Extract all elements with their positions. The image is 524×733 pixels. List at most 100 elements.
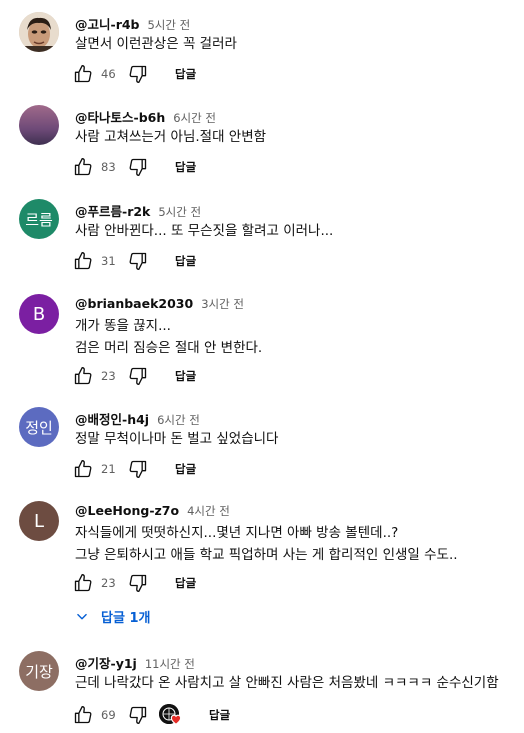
- comment-text: 자식들에게 떳떳하신지...몇년 지나면 아빠 방송 볼텐데..? 그냥 은퇴하…: [75, 522, 458, 566]
- timestamp[interactable]: 6시간 전: [173, 111, 216, 125]
- avatar[interactable]: 정인: [19, 407, 59, 447]
- avatar[interactable]: L: [19, 501, 59, 541]
- like-button[interactable]: [71, 458, 95, 480]
- like-button[interactable]: [71, 365, 95, 387]
- reply-button[interactable]: 답글: [175, 368, 196, 384]
- reply-button[interactable]: 답글: [209, 707, 230, 723]
- heart-icon: [170, 714, 182, 725]
- avatar[interactable]: 르름: [19, 199, 59, 239]
- author-handle[interactable]: @기장-y1j: [75, 656, 137, 671]
- thumbs-up-icon: [74, 252, 92, 270]
- comment-text: 살면서 이런관상은 꼭 걸러라: [75, 33, 237, 55]
- comment-actions: 69 답글: [71, 704, 230, 726]
- dislike-button[interactable]: [127, 458, 149, 480]
- reply-button[interactable]: 답글: [175, 575, 196, 591]
- comment-header: @기장-y1j 11시간 전: [75, 653, 195, 672]
- comment-actions: 46 답글: [71, 63, 196, 85]
- timestamp[interactable]: 5시간 전: [158, 205, 201, 219]
- comment-actions: 23 답글: [71, 365, 196, 387]
- like-count: 69: [101, 708, 116, 722]
- dislike-button[interactable]: [127, 63, 149, 85]
- comment-line: 살면서 이런관상은 꼭 걸러라: [75, 36, 237, 52]
- comment-header: @LeeHong-z7o 4시간 전: [75, 503, 230, 519]
- comment-actions: 31 답글: [71, 250, 196, 272]
- thumbs-up-icon: [74, 65, 92, 83]
- comment-text: 사람 고쳐쓰는거 아님.절대 안변함: [75, 126, 266, 148]
- timestamp[interactable]: 5시간 전: [147, 18, 190, 32]
- view-replies-button[interactable]: 답글 1개: [75, 607, 150, 626]
- avatar-initials: 정인: [25, 418, 53, 437]
- author-handle[interactable]: @고니-r4b: [75, 17, 140, 32]
- like-count: 23: [101, 369, 116, 383]
- reply-button[interactable]: 답글: [175, 66, 196, 82]
- thumbs-down-icon: [129, 367, 147, 385]
- like-button[interactable]: [71, 156, 95, 178]
- comment-line: 자식들에게 떳떳하신지...몇년 지나면 아빠 방송 볼텐데..?: [75, 525, 399, 541]
- like-count: 31: [101, 254, 116, 268]
- comment-line: 사람 안바뀐다... 또 무슨짓을 할려고 이러나...: [75, 223, 334, 239]
- reply-button[interactable]: 답글: [175, 159, 196, 175]
- thumbs-down-icon: [129, 574, 147, 592]
- comment-header: @푸르름-r2k 5시간 전: [75, 201, 201, 220]
- avatar[interactable]: [19, 12, 59, 52]
- thumbs-up-icon: [74, 574, 92, 592]
- dislike-button[interactable]: [127, 365, 149, 387]
- comment-line: 근데 나락갔다 온 사람치고 살 안빠진 사람은 처음봤네 ㅋㅋㅋㅋ 순수신기함: [75, 675, 499, 691]
- like-button[interactable]: [71, 572, 95, 594]
- like-button[interactable]: [71, 704, 95, 726]
- reply-button[interactable]: 답글: [175, 253, 196, 269]
- comment-text: 근데 나락갔다 온 사람치고 살 안빠진 사람은 처음봤네 ㅋㅋㅋㅋ 순수신기함: [75, 672, 499, 694]
- dislike-button[interactable]: [127, 156, 149, 178]
- timestamp[interactable]: 11시간 전: [145, 657, 195, 671]
- comment-header: @배정인-h4j 6시간 전: [75, 409, 200, 428]
- comment-header: @타나토스-b6h 6시간 전: [75, 107, 216, 126]
- comment-line: 사람 고쳐쓰는거 아님.절대 안변함: [75, 129, 267, 145]
- thumbs-down-icon: [129, 252, 147, 270]
- view-replies-label: 답글 1개: [101, 611, 151, 626]
- thumbs-down-icon: [129, 65, 147, 84]
- author-handle[interactable]: @타나토스-b6h: [75, 110, 165, 125]
- comment-line: 그냥 은퇴하시고 애들 학교 픽업하며 사는 게 합리적인 인생일 수도..: [75, 547, 458, 563]
- comment-actions: 23 답글: [71, 572, 196, 594]
- like-count: 21: [101, 462, 116, 476]
- comment-line: 정말 무척이나마 돈 벌고 싶었습니다: [75, 431, 279, 447]
- author-handle[interactable]: @LeeHong-z7o: [75, 503, 179, 518]
- thumbs-down-icon: [129, 706, 147, 724]
- timestamp[interactable]: 6시간 전: [157, 413, 200, 427]
- author-handle[interactable]: @푸르름-r2k: [75, 204, 150, 219]
- author-handle[interactable]: @배정인-h4j: [75, 412, 149, 427]
- comment-line: 검은 머리 짐승은 절대 안 변한다.: [75, 340, 263, 356]
- thumbs-down-icon: [129, 460, 147, 478]
- author-handle[interactable]: @brianbaek2030: [75, 296, 193, 311]
- creator-heart: [159, 704, 183, 726]
- comment-actions: 83 답글: [71, 156, 196, 178]
- like-count: 46: [101, 67, 116, 81]
- dislike-button[interactable]: [127, 704, 149, 726]
- comment-actions: 21 답글: [71, 458, 196, 480]
- thumbs-up-icon: [74, 460, 92, 478]
- avatar-photo-icon: [19, 12, 59, 52]
- comment-line: 개가 똥을 끊지...: [75, 318, 171, 334]
- thumbs-down-icon: [129, 158, 147, 176]
- thumbs-up-icon: [74, 158, 92, 176]
- chevron-down-icon: [77, 613, 87, 619]
- avatar-initials: B: [32, 303, 46, 325]
- comment-header: @brianbaek2030 3시간 전: [75, 296, 244, 312]
- comment-text: 사람 안바뀐다... 또 무슨짓을 할려고 이러나...: [75, 220, 333, 242]
- dislike-button[interactable]: [127, 250, 149, 272]
- avatar[interactable]: B: [19, 294, 59, 334]
- timestamp[interactable]: 4시간 전: [187, 504, 230, 518]
- like-button[interactable]: [71, 63, 95, 85]
- timestamp[interactable]: 3시간 전: [201, 297, 244, 311]
- avatar-initials: L: [33, 510, 45, 532]
- reply-button[interactable]: 답글: [175, 461, 196, 477]
- avatar[interactable]: 기장: [19, 651, 59, 691]
- avatar-initials: 르름: [25, 210, 53, 229]
- dislike-button[interactable]: [127, 572, 149, 594]
- thumbs-up-icon: [74, 706, 92, 724]
- like-count: 83: [101, 160, 116, 174]
- like-button[interactable]: [71, 250, 95, 272]
- comment-header: @고니-r4b 5시간 전: [75, 14, 190, 33]
- avatar[interactable]: [19, 105, 59, 145]
- thumbs-up-icon: [74, 367, 92, 385]
